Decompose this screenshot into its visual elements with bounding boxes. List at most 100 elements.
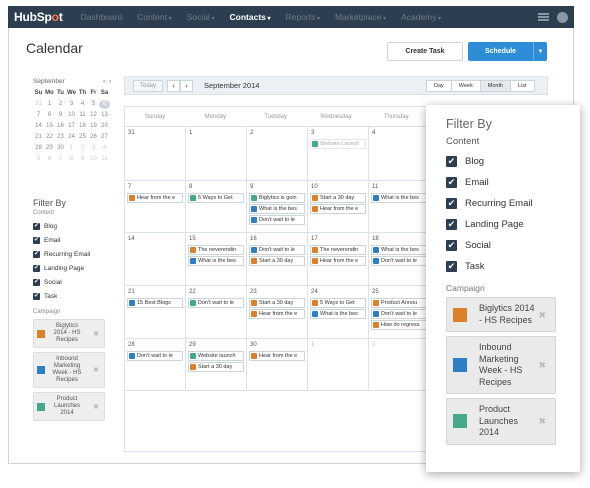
mini-cal-day[interactable]: 6 (99, 100, 110, 109)
remove-icon[interactable]: ✖ (93, 366, 99, 374)
view-list-button[interactable]: List (510, 80, 535, 92)
remove-icon[interactable]: ✖ (93, 330, 99, 338)
mini-cal-day[interactable]: 12 (88, 111, 99, 120)
calendar-event[interactable]: Hear from the e (249, 309, 305, 319)
remove-icon[interactable]: ✖ (538, 360, 546, 371)
calendar-day-cell[interactable]: 21 15 Best Blogs (125, 286, 186, 338)
calendar-day-cell[interactable]: 10 Start a 30 day Hear from the e (308, 181, 369, 232)
calendar-day-cell[interactable]: 4 (369, 127, 430, 180)
calendar-event[interactable]: Don't wait to le (371, 309, 427, 319)
next-arrow-icon[interactable]: › (180, 80, 193, 92)
mini-cal-day[interactable]: 11 (77, 111, 88, 120)
mini-cal-day[interactable]: 11 (99, 155, 110, 164)
checkbox-icon[interactable]: ✔ (33, 278, 40, 286)
popover-campaign-chip[interactable]: Product Launches 2014 ✖ (446, 398, 556, 445)
mini-cal-day[interactable]: 4 (99, 144, 110, 153)
mini-cal-day[interactable]: 16 (55, 122, 66, 131)
filter-item-recurring-email[interactable]: ✔ Recurring Email (33, 247, 113, 261)
calendar-event[interactable]: Biglytics is goin (249, 193, 305, 203)
mini-cal-day[interactable]: 3 (66, 100, 77, 109)
calendar-event[interactable]: What is the bes (310, 309, 366, 319)
mini-cal-day[interactable]: 28 (33, 144, 44, 153)
mini-cal-day[interactable]: 2 (77, 144, 88, 153)
hubspot-logo[interactable]: HubSpot (14, 10, 63, 24)
calendar-event[interactable]: Hear from the e (310, 204, 366, 214)
filter-item-social[interactable]: ✔ Social (33, 275, 113, 289)
calendar-day-cell[interactable]: 22 Don't wait to le (186, 286, 247, 338)
nav-item-social[interactable]: Social ▾ (187, 12, 215, 22)
checkbox-icon[interactable]: ✔ (33, 292, 40, 300)
calendar-day-cell[interactable]: 11 What is the bes (369, 181, 430, 232)
calendar-event[interactable]: What is the bes (371, 193, 427, 203)
view-week-button[interactable]: Week (450, 80, 481, 92)
checkbox-icon[interactable]: ✔ (446, 198, 457, 209)
campaign-chip[interactable]: Product Launches 2014 ✖ (33, 392, 105, 421)
mini-cal-day[interactable]: 6 (44, 155, 55, 164)
mini-cal-day[interactable]: 13 (99, 111, 110, 120)
mini-cal-day[interactable]: 1 (66, 144, 77, 153)
nav-item-content[interactable]: Content ▾ (137, 12, 171, 22)
calendar-day-cell[interactable]: 31 (125, 127, 186, 180)
mini-cal-day[interactable]: 26 (88, 133, 99, 142)
mini-cal-day[interactable]: 31 (33, 100, 44, 109)
mini-cal-day[interactable]: 10 (66, 111, 77, 120)
calendar-day-cell[interactable]: 7 Hear from the e (125, 181, 186, 232)
campaign-chip[interactable]: Inbound Marketing Week - HS Recipes ✖ (33, 352, 105, 388)
view-day-button[interactable]: Day (426, 80, 452, 92)
mini-cal-day[interactable]: 23 (55, 133, 66, 142)
calendar-event[interactable]: 5 Ways to Get (188, 193, 244, 203)
checkbox-icon[interactable]: ✔ (446, 156, 457, 167)
mini-cal-day[interactable]: 1 (44, 100, 55, 109)
mini-cal-day[interactable]: 18 (77, 122, 88, 131)
mini-cal-day[interactable]: 10 (88, 155, 99, 164)
popover-filter-item-landing-page[interactable]: ✔ Landing Page (446, 214, 560, 235)
popover-filter-item-social[interactable]: ✔ Social (446, 235, 560, 256)
schedule-button[interactable]: Schedule ▼ (468, 42, 547, 61)
calendar-day-cell[interactable]: 9 Biglytics is goin What is the bes Don't w… (247, 181, 308, 232)
popover-filter-item-email[interactable]: ✔ Email (446, 172, 560, 193)
user-avatar-icon[interactable] (557, 11, 568, 23)
calendar-day-cell[interactable]: 15 The neverendin What is the bes (186, 233, 247, 285)
calendar-event[interactable]: Hear from the e (310, 256, 366, 266)
nav-item-marketplace[interactable]: Marketplace ▾ (335, 12, 386, 22)
calendar-event[interactable]: 15 Best Blogs (127, 298, 183, 308)
calendar-event[interactable]: Start a 30 day (188, 362, 244, 372)
chevron-down-icon[interactable]: ▼ (533, 42, 547, 61)
mini-cal-day[interactable]: 7 (55, 155, 66, 164)
calendar-event[interactable]: Hear from the e (249, 351, 305, 361)
calendar-event[interactable]: Start a 30 day (249, 256, 305, 266)
filter-item-blog[interactable]: ✔ Blog (33, 219, 113, 233)
calendar-day-cell[interactable]: 3 Website Launch (308, 127, 369, 180)
mini-cal-day[interactable]: 30 (55, 144, 66, 153)
calendar-day-cell[interactable]: 29 Website launch Start a 30 day (186, 339, 247, 390)
mini-cal-day[interactable]: 20 (99, 122, 110, 131)
checkbox-icon[interactable]: ✔ (446, 177, 457, 188)
menu-icon[interactable] (538, 13, 549, 21)
calendar-event[interactable]: The neverendin (310, 245, 366, 255)
nav-item-contacts[interactable]: Contacts ▾ (230, 12, 271, 22)
mini-cal-day[interactable]: 4 (77, 100, 88, 109)
mini-cal-day[interactable]: 21 (33, 133, 44, 142)
calendar-event[interactable]: Don't wait to le (371, 256, 427, 266)
filter-item-task[interactable]: ✔ Task (33, 289, 113, 303)
calendar-event[interactable]: Website Launch (310, 139, 366, 149)
calendar-day-cell[interactable]: 14 (125, 233, 186, 285)
calendar-day-cell[interactable]: 24 5 Ways to Get What is the bes (308, 286, 369, 338)
calendar-day-cell[interactable]: 1 (308, 339, 369, 390)
calendar-event[interactable]: Don't wait to le (188, 298, 244, 308)
calendar-day-cell[interactable]: 17 The neverendin Hear from the e (308, 233, 369, 285)
calendar-event[interactable]: 5 Ways to Get (310, 298, 366, 308)
mini-cal-day[interactable]: 17 (66, 122, 77, 131)
popover-campaign-chip[interactable]: Biglytics 2014 - HS Recipes ✖ (446, 297, 556, 332)
calendar-event[interactable]: Website launch (188, 351, 244, 361)
mini-cal-day[interactable]: 14 (33, 122, 44, 131)
view-month-button[interactable]: Month (479, 80, 512, 92)
popover-campaign-chip[interactable]: Inbound Marketing Week - HS Recipes ✖ (446, 336, 556, 394)
calendar-event[interactable]: How do regress (371, 320, 427, 330)
checkbox-icon[interactable]: ✔ (33, 250, 40, 258)
calendar-event[interactable]: What is the bes (188, 256, 244, 266)
checkbox-icon[interactable]: ✔ (446, 261, 457, 272)
calendar-day-cell[interactable]: 30 Hear from the e (247, 339, 308, 390)
mini-cal-day[interactable]: 27 (99, 133, 110, 142)
nav-item-dashboard[interactable]: Dashboard (81, 12, 123, 22)
